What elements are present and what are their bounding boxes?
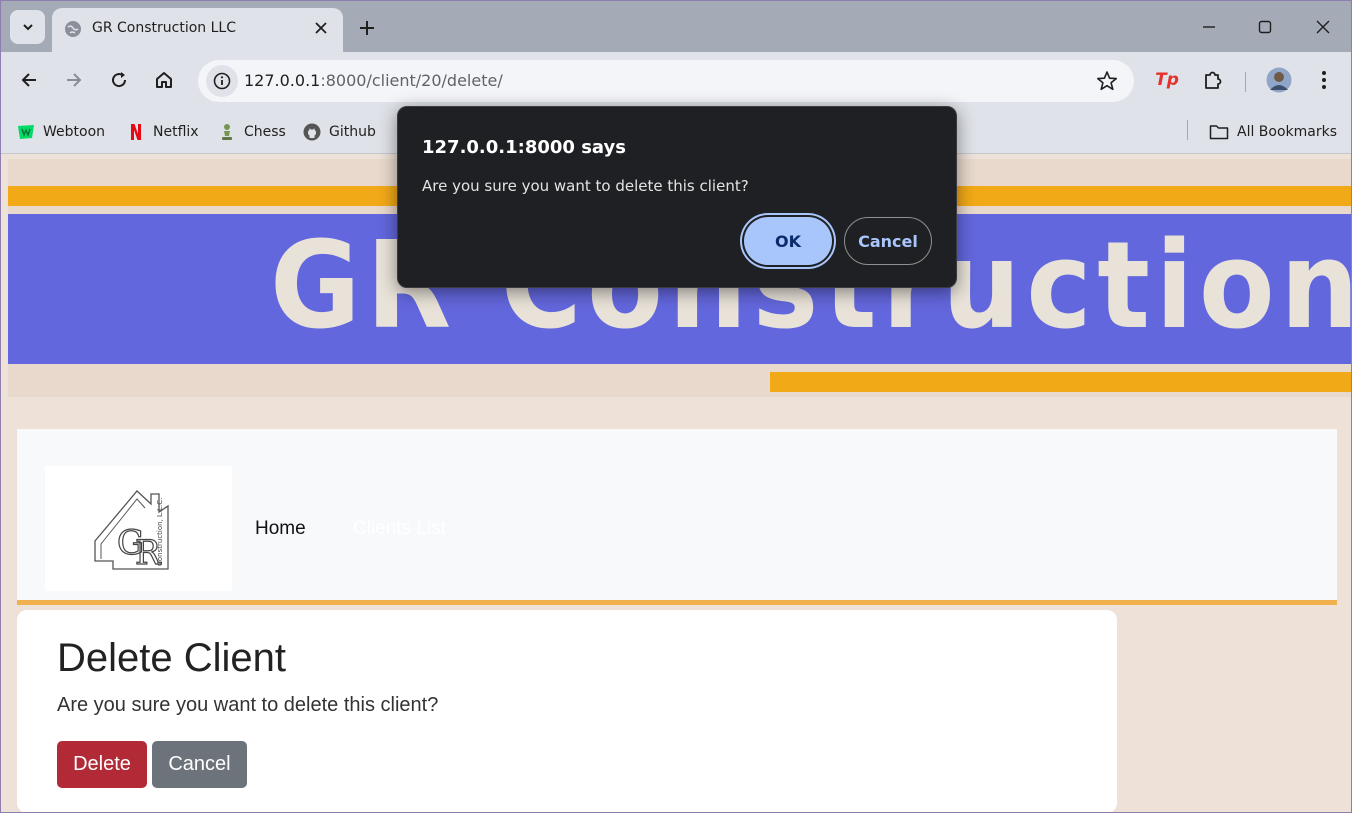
dialog-ok-button[interactable]: OK [744, 217, 832, 265]
company-logo[interactable]: G R Construction, L.L.C. [45, 466, 232, 591]
dialog-message: Are you sure you want to delete this cli… [422, 177, 749, 195]
arrow-right-icon [67, 73, 82, 87]
close-icon [1316, 20, 1330, 34]
logo-image: G R Construction, L.L.C. [94, 490, 169, 574]
netflix-icon [131, 124, 141, 140]
info-icon [213, 72, 231, 90]
chess-icon [222, 124, 232, 140]
reload-icon [112, 72, 127, 88]
menu-button[interactable] [1308, 64, 1340, 96]
extension-tp-button[interactable]: Tp [1151, 64, 1183, 96]
all-bookmarks-button[interactable]: All Bookmarks [1209, 118, 1337, 146]
profile-button[interactable] [1263, 64, 1295, 96]
maximize-button[interactable] [1245, 10, 1285, 44]
github-icon [303, 123, 321, 141]
site-info-button[interactable] [206, 65, 238, 97]
bookmark-webtoon[interactable]: Webtoon [17, 118, 105, 146]
bookmark-chess[interactable]: Chess [218, 118, 286, 146]
home-button[interactable] [148, 64, 180, 96]
tab-bar: GR Construction LLC [1, 1, 1351, 52]
all-bookmarks-label: All Bookmarks [1237, 124, 1338, 140]
minimize-button[interactable] [1189, 10, 1229, 44]
nav-link-clients-list[interactable]: Clients List [353, 518, 446, 540]
avatar [1266, 67, 1292, 93]
browser-toolbar: 127.0.0.1:8000/client/20/delete/ Tp [1, 52, 1351, 110]
home-icon [156, 72, 172, 88]
tab-title: GR Construction LLC [92, 20, 236, 36]
close-icon [315, 22, 327, 34]
webtoon-icon [18, 125, 34, 139]
bookmark-label: Webtoon [43, 124, 106, 140]
confirm-dialog: 127.0.0.1:8000 says Are you sure you wan… [397, 106, 957, 288]
chevron-down-icon [22, 24, 33, 31]
active-tab[interactable]: GR Construction LLC [52, 8, 343, 52]
bookmark-star-icon[interactable] [1096, 70, 1118, 92]
extensions-button[interactable] [1197, 64, 1229, 96]
reload-button[interactable] [103, 64, 135, 96]
cancel-button[interactable]: Cancel [152, 741, 247, 788]
more-vertical-icon [1322, 71, 1326, 89]
back-button[interactable] [13, 64, 45, 96]
url-text: 127.0.0.1:8000/client/20/delete/ [244, 71, 503, 90]
page-title: Delete Client [57, 636, 287, 680]
address-bar[interactable]: 127.0.0.1:8000/client/20/delete/ [198, 60, 1134, 102]
confirmation-text: Are you sure you want to delete this cli… [57, 694, 439, 716]
dialog-title: 127.0.0.1:8000 says [422, 137, 626, 158]
bookmark-label: Netflix [153, 124, 199, 140]
plus-icon [360, 21, 374, 35]
browser-window: GR Construction LLC 127.0.0.1:8000/clien… [0, 0, 1352, 813]
toolbar-divider [1245, 72, 1246, 92]
tab-search-button[interactable] [10, 10, 45, 44]
dialog-cancel-button[interactable]: Cancel [844, 217, 932, 265]
new-tab-button[interactable] [353, 14, 381, 42]
arrow-left-icon [21, 73, 36, 87]
svg-text:Construction, L.L.C.: Construction, L.L.C. [156, 498, 164, 566]
bookmark-label: Chess [244, 124, 286, 140]
folder-icon [1209, 125, 1229, 140]
puzzle-icon [1205, 71, 1222, 89]
forward-button[interactable] [58, 64, 90, 96]
bookmark-label: Github [329, 124, 376, 140]
delete-button[interactable]: Delete [57, 741, 147, 788]
bookmark-github[interactable]: Github [303, 118, 376, 146]
banner-stripe-bottom [770, 372, 1351, 392]
tp-extension-icon: Tp [1155, 70, 1179, 90]
maximize-icon [1258, 20, 1272, 34]
bookmarks-divider [1187, 120, 1188, 140]
site-navbar: G R Construction, L.L.C. Home Clients Li… [17, 429, 1337, 605]
close-window-button[interactable] [1303, 10, 1343, 44]
delete-client-card: Delete Client Are you sure you want to d… [17, 610, 1117, 812]
tab-close-button[interactable] [311, 18, 331, 38]
url-host: 127.0.0.1 [244, 71, 321, 90]
url-path: :8000/client/20/delete/ [320, 71, 503, 90]
globe-icon [65, 21, 81, 37]
bookmark-netflix[interactable]: Netflix [127, 118, 199, 146]
minimize-icon [1203, 26, 1215, 28]
nav-link-home[interactable]: Home [255, 518, 306, 540]
